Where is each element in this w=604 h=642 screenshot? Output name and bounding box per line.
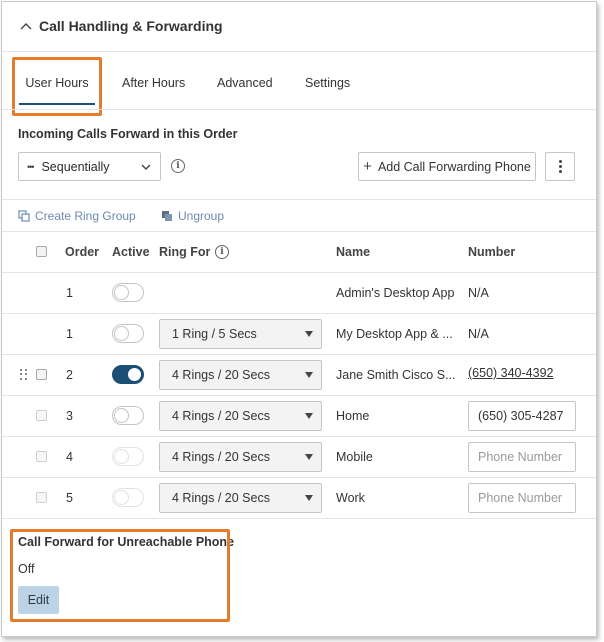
toggle-knob bbox=[114, 326, 129, 341]
toggle-knob bbox=[114, 449, 129, 464]
create-group-icon bbox=[18, 210, 30, 222]
row-order: 2 bbox=[66, 368, 73, 382]
ring-for-select[interactable]: 4 Rings / 20 Secs bbox=[159, 401, 322, 431]
link-label: Ungroup bbox=[178, 209, 225, 223]
caret-down-icon bbox=[305, 331, 313, 337]
row-order: 4 bbox=[66, 450, 73, 464]
highlight-box-unreachable bbox=[10, 529, 230, 622]
create-ring-group-link[interactable]: Create Ring Group bbox=[18, 209, 136, 223]
kebab-dot bbox=[558, 160, 562, 163]
select-all-checkbox[interactable] bbox=[36, 246, 47, 257]
chevron-down-icon bbox=[141, 164, 151, 170]
caret-down-icon bbox=[305, 454, 313, 460]
toggle-knob bbox=[114, 408, 129, 423]
call-forwarding-panel: Call Handling & Forwarding User Hours Af… bbox=[1, 1, 597, 637]
plus-icon: + bbox=[363, 158, 372, 175]
select-value: 4 Rings / 20 Secs bbox=[172, 491, 270, 505]
active-toggle[interactable] bbox=[112, 406, 144, 425]
active-toggle[interactable] bbox=[112, 447, 144, 466]
button-label: Add Call Forwarding Phone bbox=[377, 159, 531, 174]
row-name: Jane Smith Cisco S... bbox=[336, 368, 456, 382]
row-checkbox[interactable] bbox=[36, 492, 47, 503]
drag-handle-icon[interactable] bbox=[20, 369, 28, 381]
table-row: 4 4 Rings / 20 Secs Mobile Phone Number bbox=[2, 436, 596, 477]
row-number: N/A bbox=[468, 286, 489, 300]
table-bottom-divider bbox=[2, 518, 596, 519]
info-icon[interactable]: i bbox=[215, 245, 229, 259]
info-icon[interactable]: i bbox=[171, 159, 185, 173]
column-ring-for: Ring For bbox=[159, 245, 211, 259]
toggle-knob bbox=[127, 367, 142, 382]
more-options-button[interactable] bbox=[545, 152, 575, 181]
row-name: Admin's Desktop App bbox=[336, 286, 455, 300]
column-name: Name bbox=[336, 245, 371, 259]
add-call-forwarding-phone-button[interactable]: + Add Call Forwarding Phone bbox=[358, 152, 536, 181]
select-value: Sequentially bbox=[41, 159, 110, 174]
kebab-dot bbox=[558, 165, 562, 168]
sequence-icon: ••• bbox=[27, 161, 35, 172]
column-order: Order bbox=[65, 245, 100, 259]
panel-title: Call Handling & Forwarding bbox=[39, 18, 223, 34]
row-order: 5 bbox=[66, 491, 73, 505]
row-checkbox[interactable] bbox=[36, 451, 47, 462]
link-label: Create Ring Group bbox=[35, 209, 136, 223]
ungroup-link[interactable]: Ungroup bbox=[161, 209, 224, 223]
caret-down-icon bbox=[305, 495, 313, 501]
select-value: 4 Rings / 20 Secs bbox=[172, 409, 270, 423]
ring-for-select[interactable]: 4 Rings / 20 Secs bbox=[159, 483, 322, 513]
active-toggle[interactable] bbox=[112, 488, 144, 507]
row-name: Home bbox=[336, 409, 370, 423]
caret-down-icon bbox=[305, 372, 313, 378]
row-name: My Desktop App & ... bbox=[336, 327, 453, 341]
active-toggle[interactable] bbox=[112, 324, 144, 343]
ungroup-icon bbox=[162, 211, 172, 221]
tab-after-hours[interactable]: After Hours bbox=[122, 57, 185, 109]
active-toggle[interactable] bbox=[112, 283, 144, 302]
table-top-divider bbox=[2, 231, 596, 232]
table-row: 5 4 Rings / 20 Secs Work Phone Number bbox=[2, 477, 596, 518]
row-order: 1 bbox=[66, 286, 73, 300]
row-name: Work bbox=[336, 491, 365, 505]
caret-down-icon bbox=[305, 413, 313, 419]
kebab-dot bbox=[558, 170, 562, 173]
tab-advanced[interactable]: Advanced bbox=[217, 57, 273, 109]
toggle-knob bbox=[114, 285, 129, 300]
select-value: 1 Ring / 5 Secs bbox=[172, 327, 257, 341]
row-order: 3 bbox=[66, 409, 73, 423]
forward-order-label: Incoming Calls Forward in this Order bbox=[18, 127, 238, 141]
highlight-box-tab bbox=[12, 57, 102, 116]
phone-number-input[interactable]: Phone Number bbox=[468, 442, 576, 472]
row-checkbox[interactable] bbox=[36, 369, 47, 380]
ring-for-select[interactable]: 4 Rings / 20 Secs bbox=[159, 442, 322, 472]
chevron-up-icon[interactable] bbox=[19, 19, 33, 33]
phone-number-input[interactable]: Phone Number bbox=[468, 483, 576, 513]
active-toggle[interactable] bbox=[112, 365, 144, 384]
column-active: Active bbox=[112, 245, 150, 259]
row-number: N/A bbox=[468, 327, 489, 341]
toggle-knob bbox=[114, 490, 129, 505]
tab-label: After Hours bbox=[122, 76, 186, 90]
table-row: 1 1 Ring / 5 Secs My Desktop App & ... N… bbox=[2, 313, 596, 354]
ring-for-select[interactable]: 1 Ring / 5 Secs bbox=[159, 319, 322, 349]
row-order: 1 bbox=[66, 327, 73, 341]
row-checkbox[interactable] bbox=[36, 410, 47, 421]
select-value: 4 Rings / 20 Secs bbox=[172, 368, 270, 382]
table-row: 1 Admin's Desktop App N/A bbox=[2, 272, 596, 313]
ring-for-select[interactable]: 4 Rings / 20 Secs bbox=[159, 360, 322, 390]
phone-number-input[interactable]: (650) 305-4287 bbox=[468, 401, 576, 431]
row-number-link[interactable]: (650) 340-4392 bbox=[468, 366, 553, 380]
tab-label: Advanced bbox=[217, 76, 273, 90]
forward-order-select[interactable]: ••• Sequentially bbox=[18, 152, 161, 181]
table-row: 2 4 Rings / 20 Secs Jane Smith Cisco S..… bbox=[2, 354, 596, 395]
select-value: 4 Rings / 20 Secs bbox=[172, 450, 270, 464]
panel-header[interactable]: Call Handling & Forwarding bbox=[2, 2, 596, 52]
row-name: Mobile bbox=[336, 450, 373, 464]
tab-settings[interactable]: Settings bbox=[305, 57, 350, 109]
table-row: 3 4 Rings / 20 Secs Home (650) 305-4287 bbox=[2, 395, 596, 436]
column-number: Number bbox=[468, 245, 516, 259]
tabs-divider bbox=[2, 109, 596, 110]
section-divider bbox=[2, 199, 596, 200]
tab-label: Settings bbox=[305, 76, 351, 90]
